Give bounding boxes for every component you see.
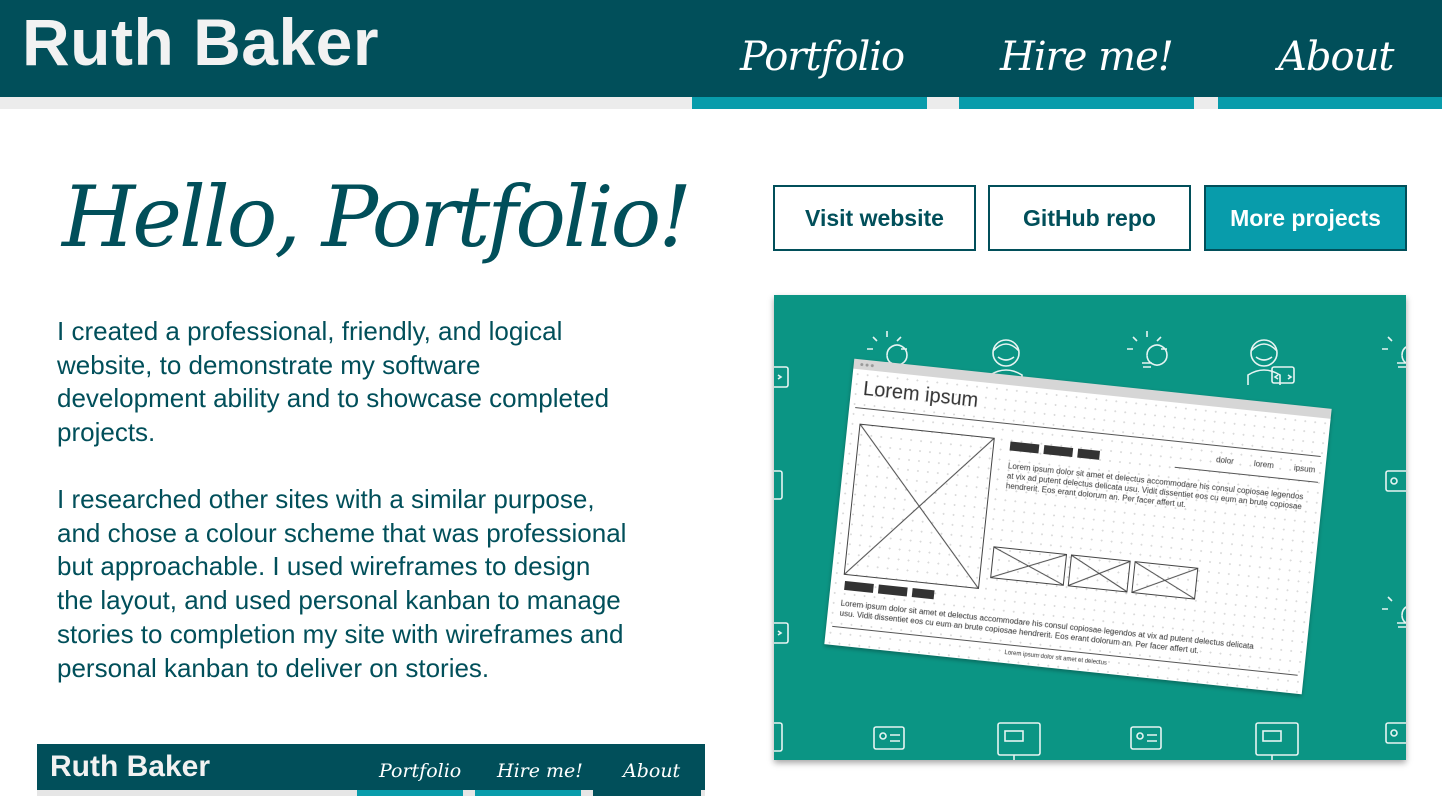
wireframe-tab: dolor [1215, 455, 1235, 466]
wireframe-tab: lorem [1253, 459, 1275, 471]
window-dots-icon: ●●● [859, 361, 876, 370]
mini-nav-portfolio: Portfolio [379, 760, 462, 782]
thumb-placeholder [1131, 561, 1199, 600]
wireframe-bar [844, 580, 874, 593]
id-card-icon [1130, 726, 1162, 750]
lightbulb-icon [1382, 336, 1406, 368]
nav-portfolio-underline [692, 97, 927, 109]
lightbulb-icon [1127, 331, 1168, 368]
mini-nav-underline [357, 790, 463, 796]
mini-brand-name: Ruth Baker [50, 750, 211, 783]
github-repo-button[interactable]: GitHub repo [988, 185, 1191, 251]
project-screenshot: ●●● Lorem ipsum dolor lorem ipsum Lorem … [774, 295, 1406, 760]
nav-portfolio[interactable]: Portfolio [740, 34, 905, 80]
wireframe-bar [911, 588, 935, 600]
id-card-icon [1385, 470, 1406, 492]
mini-nav-hire-me: Hire me! [497, 760, 583, 782]
placeholder-x-icon [1068, 555, 1130, 592]
monitor-icon [1255, 722, 1299, 760]
mini-nav-about: About [623, 760, 681, 782]
id-card-icon [873, 726, 905, 750]
image-placeholder [843, 423, 995, 589]
mini-nav-underline [593, 790, 701, 796]
nav-about-underline [1218, 97, 1442, 109]
id-card-icon [774, 722, 783, 752]
code-card-icon [774, 366, 789, 388]
wireframe-mockup: ●●● Lorem ipsum dolor lorem ipsum Lorem … [824, 358, 1332, 695]
brand-name[interactable]: Ruth Baker [22, 4, 379, 80]
wireframe-bar [1043, 445, 1074, 458]
mini-nav-underline [475, 790, 581, 796]
lightbulb-icon [1382, 596, 1406, 628]
thumb-placeholder [990, 546, 1068, 586]
wireframe-bar [1077, 448, 1101, 460]
wireframe-body-text: Lorem ipsum dolor sit amet et delectus a… [1005, 461, 1304, 512]
id-card-icon [1385, 722, 1406, 744]
wireframe-tab: ipsum [1293, 463, 1316, 475]
mini-header: Ruth Baker Portfolio Hire me! About [37, 744, 705, 790]
research-paragraph: I researched other sites with a similar … [57, 484, 627, 683]
nav-about[interactable]: About [1278, 34, 1394, 80]
nav-hire-me[interactable]: Hire me! [1000, 34, 1174, 80]
placeholder-x-icon [991, 547, 1066, 585]
site-header: Ruth Baker Portfolio Hire me! About [0, 0, 1442, 97]
placeholder-x-icon [1132, 562, 1198, 599]
id-card-icon [774, 470, 783, 500]
header-thumbnail: Ruth Baker Portfolio Hire me! About [37, 744, 705, 798]
thumb-placeholder [1067, 554, 1131, 593]
intro-paragraph: I created a professional, friendly, and … [57, 316, 610, 448]
monitor-icon [997, 722, 1041, 760]
nav-hire-me-underline [959, 97, 1194, 109]
code-card-icon [774, 622, 789, 644]
more-projects-button[interactable]: More projects [1204, 185, 1407, 251]
wireframe-bar [1009, 441, 1040, 454]
wireframe-title: Lorem ipsum [862, 377, 980, 412]
placeholder-x-icon [844, 424, 994, 588]
wireframe-bar [877, 584, 908, 597]
developer-icon [1247, 339, 1295, 385]
page-heading: Hello, Portfolio! [62, 168, 692, 266]
visit-website-button[interactable]: Visit website [773, 185, 976, 251]
